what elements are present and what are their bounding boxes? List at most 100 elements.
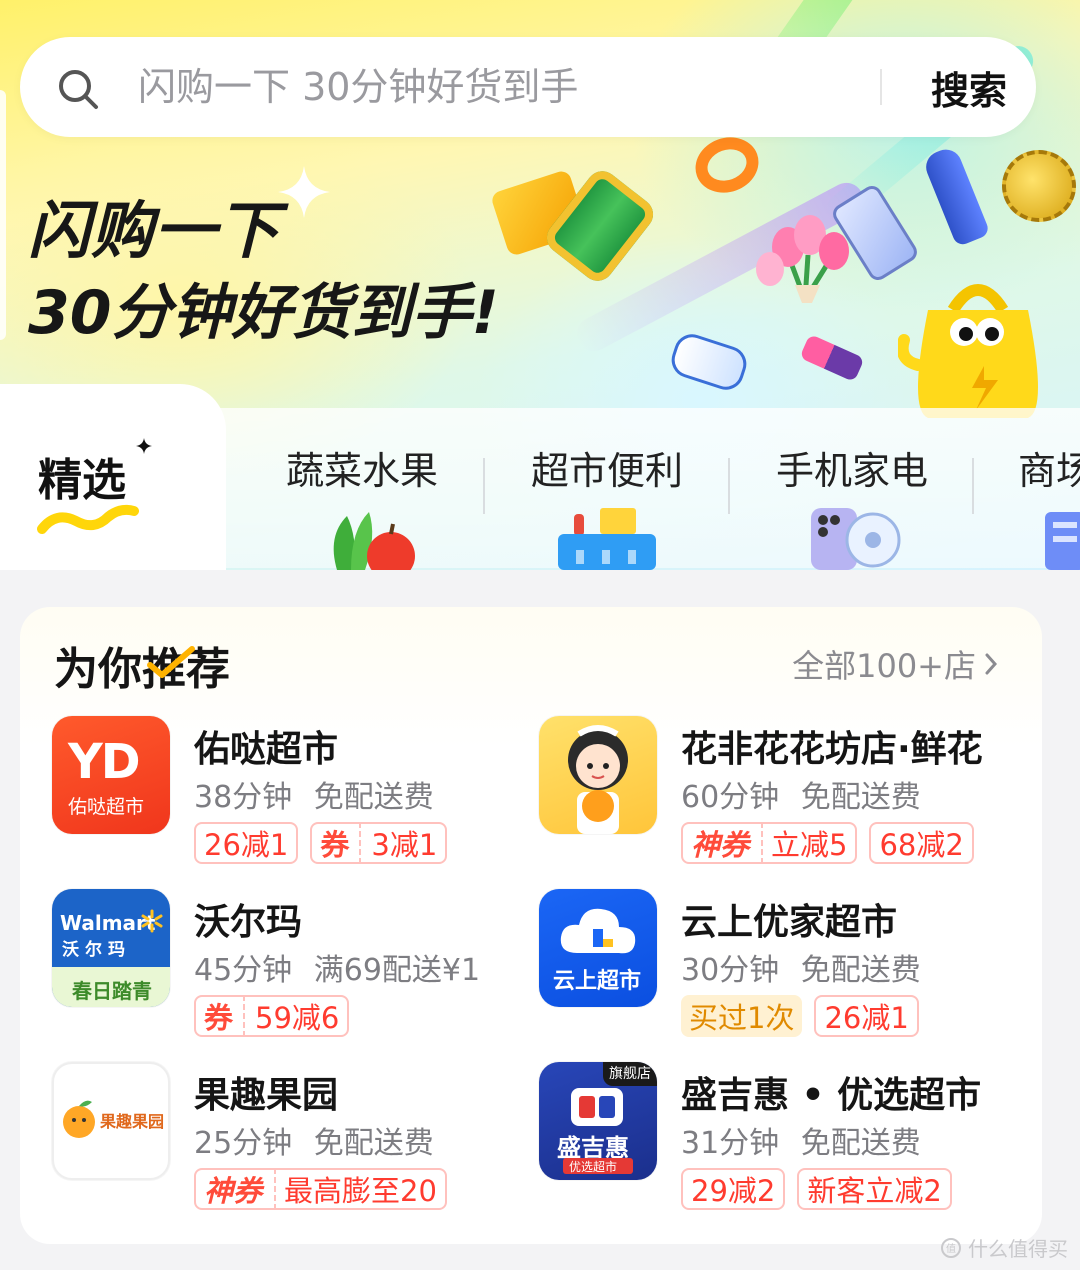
all-stores-label: 全部100+店: [792, 647, 976, 685]
store-tags: 买过1次 26减1: [681, 995, 919, 1037]
chevron-right-icon: [985, 653, 998, 675]
store-tags: 26减1 券 3减1: [194, 822, 448, 864]
svg-text:值: 值: [946, 1242, 956, 1255]
logo-text-cn: 沃尔玛: [62, 940, 131, 960]
search-input[interactable]: [138, 59, 858, 115]
delivery-fee: 免配送费: [800, 780, 921, 815]
delivery-time: 30分钟: [681, 953, 780, 988]
mascot-bag-illustration: [898, 284, 1038, 418]
orange-mascot-icon: [63, 1100, 95, 1138]
category-supermarket[interactable]: 超市便利: [517, 430, 697, 570]
mall-building-icon: [1045, 512, 1080, 570]
logo-text: 佑哒超市: [68, 796, 145, 818]
category-vegetable-fruit[interactable]: 蔬菜水果: [272, 430, 452, 570]
tulip-bouquet-illustration: [756, 215, 849, 303]
tag-text: 3减1: [371, 828, 438, 862]
store-meta: 45分钟 满69配送¥1: [194, 945, 480, 989]
category-separator: [483, 458, 485, 514]
tag-text: 29减2: [691, 1174, 776, 1208]
logo-sub: 春日踏青: [72, 979, 152, 1003]
delivery-time: 60分钟: [681, 780, 780, 815]
store-item-youda[interactable]: YD 佑哒超市 佑哒超市 38分钟 免配送费 26减1 券 3减1: [52, 716, 522, 866]
delivery-time: 31分钟: [681, 1126, 780, 1161]
milk-bottle-illustration: [667, 329, 751, 395]
search-button[interactable]: 搜索: [910, 57, 1028, 117]
search-icon: [59, 70, 98, 109]
discount-tag: 29减2: [681, 1168, 786, 1210]
super-coupon-tag: 神券 最高膨至20: [194, 1168, 447, 1210]
girl-with-flowers-illustration: [568, 725, 628, 834]
hero-title-line2: 30分钟好货到手!: [28, 278, 499, 348]
search-bar[interactable]: 搜索: [20, 37, 1036, 137]
watermark: 值 什么值得买: [940, 1233, 1068, 1262]
super-coupon-prefix: 神券: [691, 822, 764, 864]
category-mall[interactable]: 商场: [1008, 430, 1080, 570]
watermark-text: 什么值得买: [968, 1237, 1068, 1261]
store-name: 佑哒超市: [194, 729, 339, 770]
durian-illustration: [1002, 150, 1076, 222]
delivery-time: 45分钟: [194, 953, 293, 988]
hero-title: 闪购一下 30分钟好货到手!: [28, 190, 499, 354]
logo-text: 果趣果园: [100, 1112, 165, 1131]
category-separator: [728, 458, 730, 514]
store-meta: 25分钟 免配送费: [194, 1118, 434, 1162]
flagship-badge-label: 旗舰店: [609, 1066, 651, 1082]
store-item-yunshang[interactable]: 云上超市 云上优家超市 30分钟 免配送费 买过1次 26减1: [539, 889, 1009, 1039]
store-meta: 31分钟 免配送费: [681, 1118, 921, 1162]
tag-text: 买过1次: [689, 1001, 795, 1035]
store-meta: 60分钟 免配送费: [681, 772, 921, 816]
super-coupon-tag: 神券 立减5: [681, 822, 858, 864]
tab-selected-label: 精选: [38, 455, 126, 506]
perfume-bottle-illustration: [921, 144, 991, 248]
discount-tag: 26减1: [814, 995, 919, 1037]
store-name: 沃尔玛: [194, 902, 303, 943]
tag-text: 68减2: [879, 828, 964, 862]
category-label: 手机家电: [775, 449, 928, 493]
all-stores-link[interactable]: 全部100+店: [792, 641, 998, 687]
coupon-prefix: 券: [320, 822, 362, 864]
store-name: 花非花花坊店·鲜花: [681, 729, 983, 770]
store-tags: 神券 立减5 68减2: [681, 822, 974, 864]
tag-text: 59减6: [255, 1001, 340, 1035]
store-meta: 38分钟 免配送费: [194, 772, 434, 816]
shopping-basket-icon: [558, 508, 656, 570]
lipstick-illustration: [799, 333, 865, 383]
store-tags: 券 59减6: [194, 995, 350, 1037]
selected-underline-squiggle: [37, 504, 139, 534]
category-label: 超市便利: [530, 449, 683, 493]
store-name: 果趣果园: [194, 1075, 339, 1116]
smzdm-logo-icon: 值: [941, 1237, 961, 1258]
tag-text: 新客立减2: [807, 1174, 942, 1208]
tag-text: 立减5: [771, 828, 848, 862]
logo-mark: YD: [68, 734, 141, 790]
delivery-fee: 满69配送¥1: [313, 953, 481, 988]
store-item-shengjihui[interactable]: 旗舰店 盛吉惠 优选超市 盛吉惠 • 优选超市 31分钟 免配送费 29减2 新…: [539, 1062, 1009, 1212]
category-label: 蔬菜水果: [285, 449, 438, 493]
store-item-flower[interactable]: 花非花花坊店·鲜花 60分钟 免配送费 神券 立减5 68减2: [539, 716, 1009, 866]
store-logo: [539, 716, 657, 834]
category-phone-appliance[interactable]: 手机家电: [762, 430, 942, 570]
tag-text: 26减1: [824, 1001, 909, 1035]
hero-title-line1: 闪购一下: [28, 194, 281, 267]
store-item-walmart[interactable]: Walmart 沃尔玛 春日踏青 沃尔玛 45分钟 满69配送¥1 券 59减6: [52, 889, 522, 1039]
new-customer-tag: 新客立减2: [797, 1168, 952, 1210]
store-name: 盛吉惠 • 优选超市: [681, 1075, 982, 1116]
tag-text: 最高膨至20: [284, 1174, 437, 1208]
bracelet-illustration: [687, 128, 767, 202]
checkmark-icon: [147, 646, 195, 678]
store-tags: 29减2 新客立减2: [681, 1168, 952, 1210]
delivery-fee: 免配送费: [800, 1126, 921, 1161]
store-item-guoqu[interactable]: 果趣果园 果趣果园 25分钟 免配送费 神券 最高膨至20: [52, 1062, 522, 1212]
store-logo: 果趣果园: [52, 1062, 170, 1180]
store-logo: Walmart 沃尔玛 春日踏青: [52, 889, 170, 1007]
discount-tag: 26减1: [194, 822, 299, 864]
super-coupon-prefix: 神券: [204, 1168, 277, 1210]
category-label: 商场: [1018, 449, 1080, 493]
walmart-spark-icon: [141, 909, 163, 933]
store-logo: 旗舰店 盛吉惠 优选超市: [539, 1062, 657, 1180]
logo-sub: 优选超市: [569, 1160, 618, 1174]
delivery-time: 38分钟: [194, 780, 293, 815]
coupon-tag: 券 3减1: [310, 822, 448, 864]
coupon-prefix: 券: [204, 995, 246, 1037]
delivery-fee: 免配送费: [313, 1126, 434, 1161]
